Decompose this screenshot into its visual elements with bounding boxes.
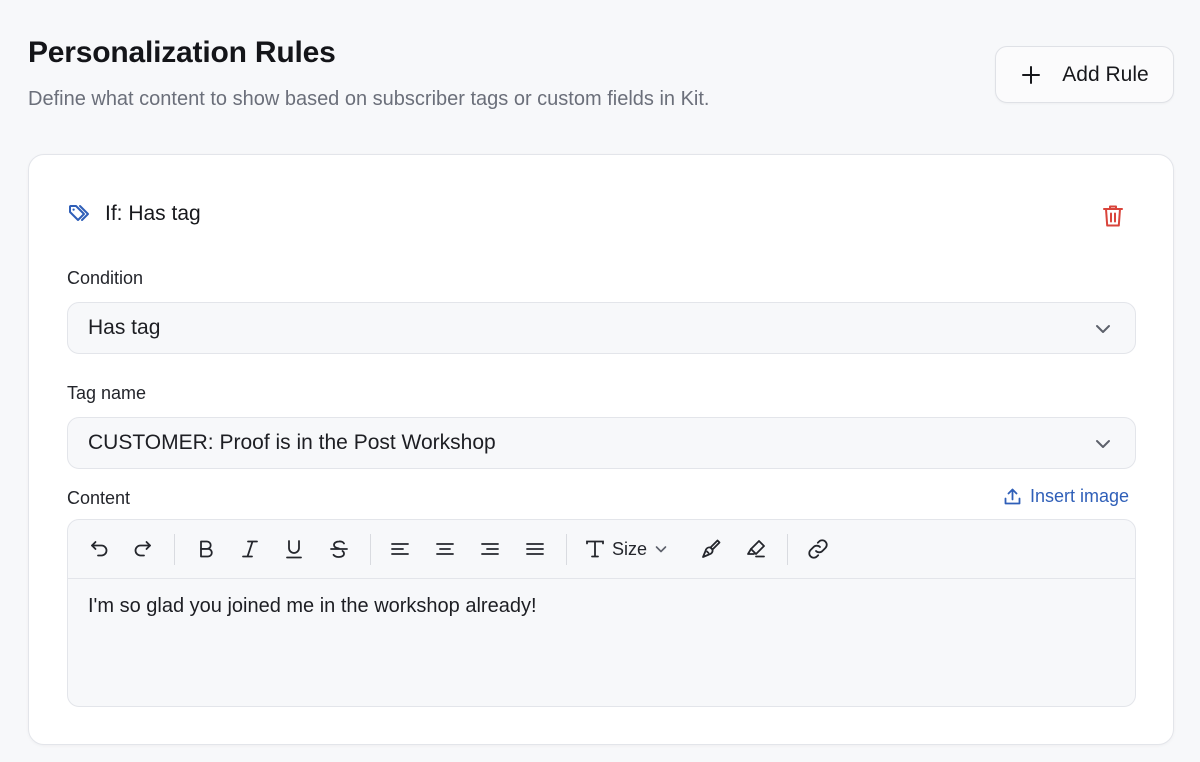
chevron-down-icon bbox=[655, 546, 667, 553]
align-justify-icon bbox=[526, 543, 544, 555]
content-text: I'm so glad you joined me in the worksho… bbox=[88, 595, 537, 617]
toolbar-divider bbox=[566, 534, 567, 565]
condition-select[interactable]: Has tag bbox=[67, 302, 1136, 354]
insert-image-label: Insert image bbox=[1030, 486, 1130, 506]
insert-image-button[interactable]: Insert image bbox=[1003, 486, 1129, 507]
text-color-button[interactable] bbox=[697, 535, 725, 563]
align-left-icon bbox=[391, 543, 409, 555]
text-size-dropdown[interactable]: Size bbox=[584, 535, 669, 563]
align-center-icon bbox=[436, 543, 454, 555]
undo-button[interactable] bbox=[85, 535, 113, 563]
content-label: Content bbox=[67, 488, 131, 508]
bold-icon bbox=[200, 540, 213, 558]
add-rule-button[interactable]: Add Rule bbox=[995, 46, 1174, 103]
rule-title: If: Has tag bbox=[105, 202, 201, 225]
link-icon bbox=[808, 539, 828, 559]
highlight-button[interactable] bbox=[742, 535, 770, 563]
page-title: Personalization Rules bbox=[28, 36, 336, 69]
align-center-button[interactable] bbox=[431, 535, 459, 563]
toolbar-divider bbox=[174, 534, 175, 565]
chevron-down-icon bbox=[1093, 319, 1113, 339]
strikethrough-button[interactable] bbox=[325, 535, 353, 563]
editor-content[interactable]: I'm so glad you joined me in the worksho… bbox=[68, 579, 1135, 634]
editor-toolbar: Size bbox=[68, 520, 1135, 579]
delete-rule-button[interactable] bbox=[1100, 202, 1126, 230]
tag-name-value: CUSTOMER: Proof is in the Post Workshop bbox=[88, 431, 496, 454]
page-subtitle: Define what content to show based on sub… bbox=[28, 88, 710, 110]
toolbar-divider bbox=[370, 534, 371, 565]
trash-icon bbox=[1103, 205, 1123, 227]
highlighter-icon bbox=[747, 540, 765, 558]
italic-button[interactable] bbox=[236, 535, 264, 563]
tag-name-select[interactable]: CUSTOMER: Proof is in the Post Workshop bbox=[67, 417, 1136, 469]
redo-icon bbox=[134, 541, 151, 557]
align-left-button[interactable] bbox=[386, 535, 414, 563]
align-right-button[interactable] bbox=[476, 535, 504, 563]
plus-icon bbox=[1020, 64, 1042, 86]
page: Personalization Rules Define what conten… bbox=[0, 0, 1200, 762]
link-button[interactable] bbox=[804, 535, 832, 563]
paintbrush-icon bbox=[702, 539, 721, 558]
strikethrough-icon bbox=[330, 540, 348, 558]
rule-card: If: Has tag Condition Has tag Tag name C… bbox=[28, 154, 1174, 745]
chevron-down-icon bbox=[1093, 434, 1113, 454]
undo-icon bbox=[91, 541, 108, 557]
condition-label: Condition bbox=[67, 268, 144, 288]
text-size-icon bbox=[586, 540, 604, 558]
italic-icon bbox=[242, 540, 258, 558]
underline-button[interactable] bbox=[280, 535, 308, 563]
bold-button[interactable] bbox=[192, 535, 220, 563]
rich-text-editor[interactable]: Size I'm so glad you joined me in the wo… bbox=[67, 519, 1136, 707]
condition-value: Has tag bbox=[88, 316, 161, 339]
rule-header: If: Has tag bbox=[67, 201, 201, 227]
align-right-icon bbox=[481, 543, 499, 555]
size-label: Size bbox=[612, 538, 648, 559]
underline-icon bbox=[286, 540, 302, 559]
toolbar-divider bbox=[787, 534, 788, 565]
align-justify-button[interactable] bbox=[521, 535, 549, 563]
add-rule-label: Add Rule bbox=[1062, 62, 1149, 86]
tags-icon bbox=[67, 201, 93, 227]
tag-name-label: Tag name bbox=[67, 383, 147, 403]
upload-icon bbox=[1003, 487, 1022, 506]
redo-button[interactable] bbox=[129, 535, 157, 563]
